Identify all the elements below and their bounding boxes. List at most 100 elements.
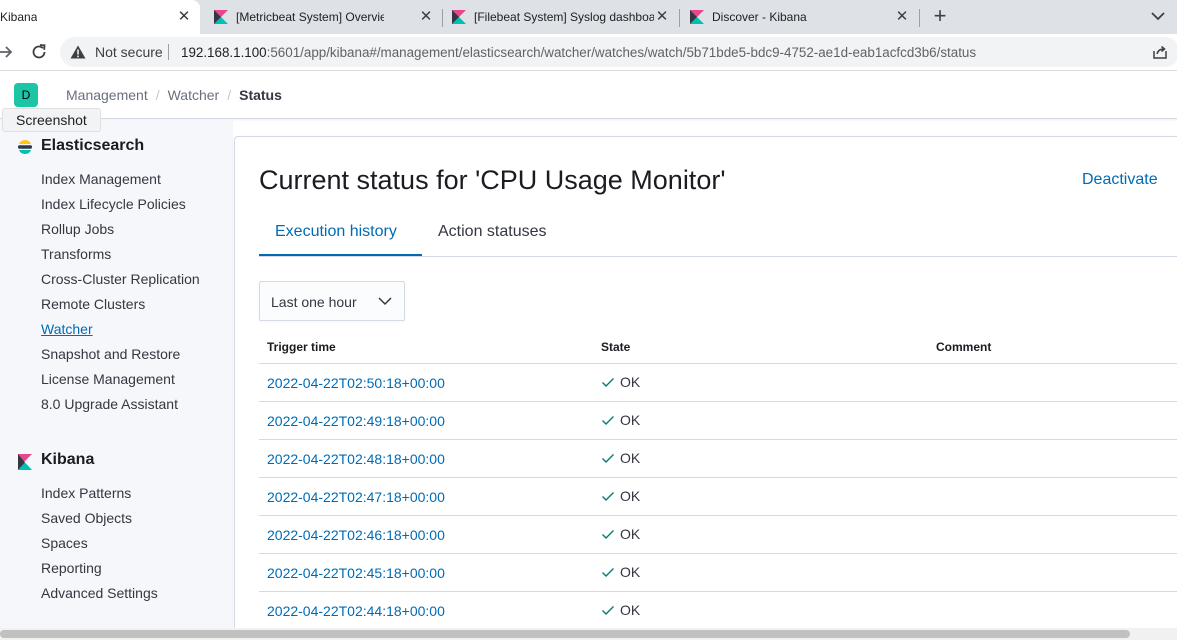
trigger-time-link[interactable]: 2022-04-22T02:50:18+00:00 — [267, 375, 445, 391]
url-host: 192.168.1.100 — [181, 45, 267, 60]
elasticsearch-logo-icon — [18, 140, 32, 154]
nav-item-saved-objects[interactable]: Saved Objects — [41, 510, 132, 526]
security-label[interactable]: Not secure — [95, 44, 163, 60]
tab-title: Discover - Kibana — [712, 10, 807, 24]
address-bar[interactable]: Not secure 192.168.1.100:5601/app/kibana… — [60, 37, 1177, 67]
url-path: :5601/app/kibana#/management/elasticsear… — [266, 45, 977, 60]
nav-item-upgrade-assistant[interactable]: 8.0 Upgrade Assistant — [41, 396, 178, 412]
kibana-header: D Management / Watcher / Status — [0, 71, 1177, 119]
nav-item-advanced-settings[interactable]: Advanced Settings — [41, 585, 158, 601]
breadcrumb-separator: / — [155, 87, 160, 103]
horizontal-scrollbar[interactable] — [0, 628, 1177, 640]
scrollbar-thumb[interactable] — [0, 630, 1130, 638]
state-value: OK — [620, 602, 641, 618]
nav-item-spaces[interactable]: Spaces — [41, 535, 88, 551]
kibana-favicon-icon — [690, 10, 704, 24]
trigger-time-link[interactable]: 2022-04-22T02:44:18+00:00 — [267, 603, 445, 619]
breadcrumb-separator: / — [227, 87, 232, 103]
table-row: 2022-04-22T02:44:18+00:00 OK — [259, 592, 1177, 630]
nav-group-kibana: Kibana — [41, 451, 95, 468]
browser-tab-strip: Kibana ✕ [Metricbeat System] Overview EC… — [0, 0, 1177, 34]
tab-execution-history[interactable]: Execution history — [275, 223, 397, 241]
nav-item-rollup-jobs[interactable]: Rollup Jobs — [41, 221, 114, 237]
trigger-time-link[interactable]: 2022-04-22T02:45:18+00:00 — [267, 565, 445, 581]
check-icon — [602, 606, 614, 615]
address-separator — [168, 44, 169, 60]
column-header-comment[interactable]: Comment — [936, 340, 991, 354]
nav-item-index-lifecycle-policies[interactable]: Index Lifecycle Policies — [41, 196, 186, 212]
screenshot-tooltip: Screenshot — [2, 108, 101, 132]
table-row: 2022-04-22T02:50:18+00:00 OK — [259, 364, 1177, 402]
column-header-state[interactable]: State — [601, 340, 630, 354]
tab-title: [Metricbeat System] Overview EC — [236, 10, 384, 24]
breadcrumb-watcher[interactable]: Watcher — [168, 87, 220, 103]
breadcrumb-management[interactable]: Management — [66, 87, 148, 103]
browser-tab-discover[interactable]: Discover - Kibana ✕ — [682, 0, 918, 34]
watch-status-panel: Current status for 'CPU Usage Monitor' D… — [234, 136, 1177, 636]
time-range-select[interactable]: Last one hour — [259, 281, 405, 321]
state-value: OK — [620, 374, 641, 390]
nav-item-reporting[interactable]: Reporting — [41, 560, 102, 576]
state-value: OK — [620, 526, 641, 542]
tab-separator — [919, 9, 920, 27]
nav-group-elasticsearch: Elasticsearch — [41, 137, 145, 154]
tab-title: Kibana — [0, 10, 38, 24]
browser-tab-filebeat[interactable]: [Filebeat System] Syslog dashboa ✕ — [444, 0, 678, 34]
nav-item-index-patterns[interactable]: Index Patterns — [41, 485, 131, 501]
tab-separator — [442, 9, 443, 27]
state-cell: OK — [601, 488, 640, 504]
state-cell: OK — [601, 374, 640, 390]
nav-item-watcher[interactable]: Watcher — [41, 321, 93, 337]
nav-item-transforms[interactable]: Transforms — [41, 246, 111, 262]
close-tab-icon[interactable]: ✕ — [894, 9, 910, 25]
browser-tab-kibana[interactable]: Kibana ✕ — [0, 0, 200, 34]
space-avatar[interactable]: D — [14, 83, 38, 107]
state-cell: OK — [601, 412, 640, 428]
check-icon — [602, 568, 614, 577]
table-row: 2022-04-22T02:48:18+00:00 OK — [259, 440, 1177, 478]
state-cell: OK — [601, 602, 640, 618]
browser-toolbar: Not secure 192.168.1.100:5601/app/kibana… — [0, 34, 1177, 71]
nav-item-license-management[interactable]: License Management — [41, 371, 175, 387]
browser-tab-metricbeat[interactable]: [Metricbeat System] Overview EC ✕ — [206, 0, 442, 34]
new-tab-button[interactable]: + — [928, 5, 952, 29]
trigger-time-link[interactable]: 2022-04-22T02:47:18+00:00 — [267, 489, 445, 505]
trigger-time-link[interactable]: 2022-04-22T02:46:18+00:00 — [267, 527, 445, 543]
nav-item-cross-cluster-replication[interactable]: Cross-Cluster Replication — [41, 271, 200, 287]
check-icon — [602, 530, 614, 539]
state-value: OK — [620, 450, 641, 466]
column-header-trigger-time[interactable]: Trigger time — [267, 340, 336, 354]
trigger-time-link[interactable]: 2022-04-22T02:48:18+00:00 — [267, 451, 445, 467]
table-row: 2022-04-22T02:46:18+00:00 OK — [259, 516, 1177, 554]
breadcrumb-status: Status — [239, 87, 282, 103]
nav-item-snapshot-and-restore[interactable]: Snapshot and Restore — [41, 346, 180, 362]
table-row: 2022-04-22T02:45:18+00:00 OK — [259, 554, 1177, 592]
check-icon — [602, 416, 614, 425]
kibana-favicon-icon — [452, 10, 466, 24]
share-icon[interactable] — [1152, 45, 1168, 59]
tab-search-chevron-icon[interactable] — [1148, 6, 1168, 26]
time-range-value: Last one hour — [271, 294, 357, 310]
close-tab-icon[interactable]: ✕ — [654, 9, 670, 25]
table-row: 2022-04-22T02:49:18+00:00 OK — [259, 402, 1177, 440]
nav-item-remote-clusters[interactable]: Remote Clusters — [41, 296, 145, 312]
check-icon — [602, 378, 614, 387]
check-icon — [602, 492, 614, 501]
reload-icon[interactable] — [30, 43, 48, 61]
warning-icon[interactable] — [70, 45, 86, 59]
url-text[interactable]: 192.168.1.100:5601/app/kibana#/managemen… — [181, 45, 976, 60]
breadcrumb: Management / Watcher / Status — [66, 87, 282, 103]
state-value: OK — [620, 564, 641, 580]
kibana-favicon-icon — [214, 10, 228, 24]
close-tab-icon[interactable]: ✕ — [176, 9, 192, 25]
page-title: Current status for 'CPU Usage Monitor' — [259, 165, 726, 195]
tab-action-statuses[interactable]: Action statuses — [438, 223, 547, 241]
deactivate-button[interactable]: Deactivate — [1082, 171, 1158, 189]
management-sidenav: Elasticsearch Index Management Index Lif… — [0, 120, 233, 628]
trigger-time-link[interactable]: 2022-04-22T02:49:18+00:00 — [267, 413, 445, 429]
nav-item-index-management[interactable]: Index Management — [41, 171, 161, 187]
forward-icon[interactable] — [0, 43, 16, 61]
state-value: OK — [620, 412, 641, 428]
state-cell: OK — [601, 526, 640, 542]
close-tab-icon[interactable]: ✕ — [418, 9, 434, 25]
